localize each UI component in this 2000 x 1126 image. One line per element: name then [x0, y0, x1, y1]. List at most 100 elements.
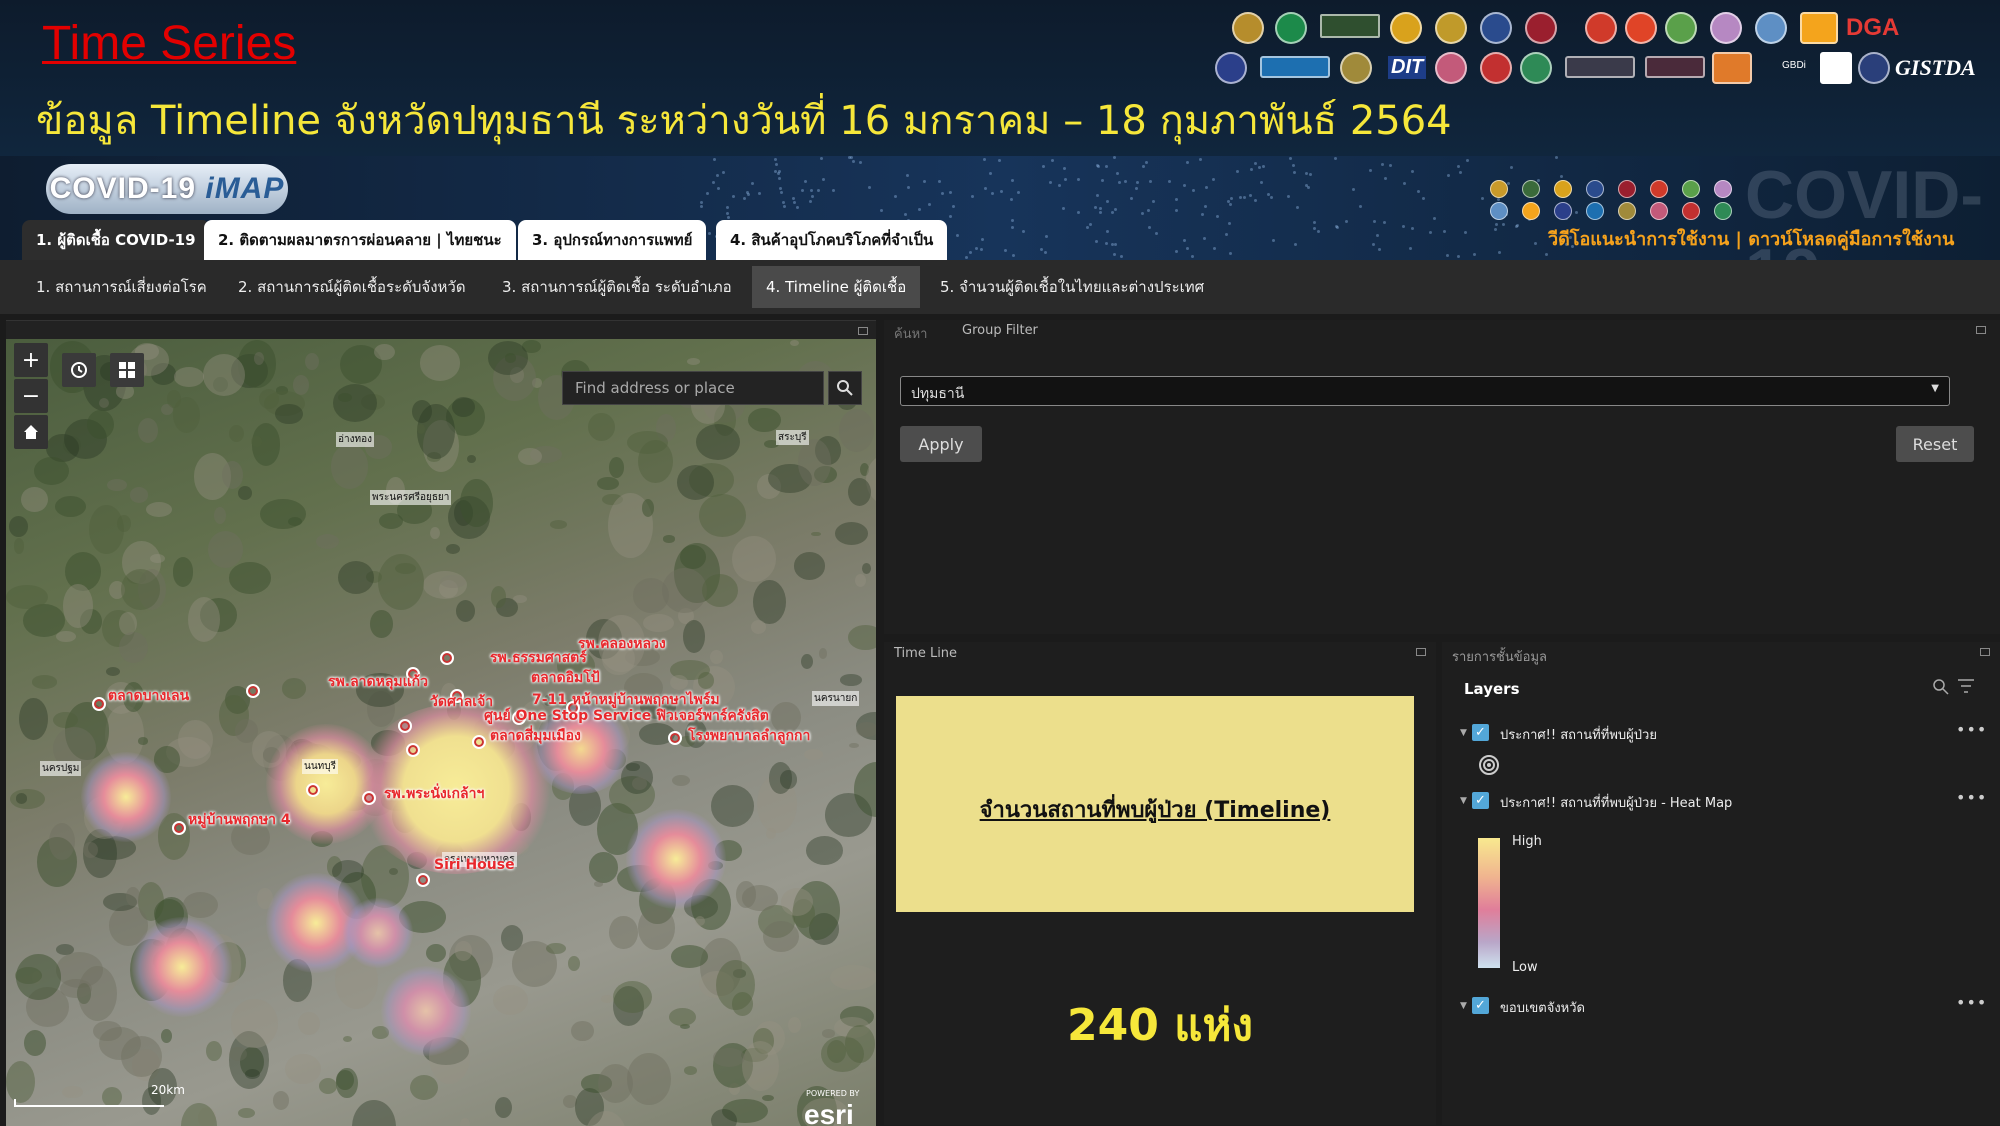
map-dot: [1295, 205, 1299, 209]
layer-visible-checkbox[interactable]: ✓: [1472, 997, 1489, 1014]
layer-visible-checkbox[interactable]: ✓: [1472, 724, 1489, 741]
terrain-patch: [117, 514, 132, 533]
map-dot: [1228, 202, 1232, 206]
hotspot-marker-icon[interactable]: [172, 821, 186, 835]
terrain-patch: [202, 353, 246, 397]
search-button[interactable]: [828, 371, 862, 405]
zoom-out-button[interactable]: −: [14, 379, 48, 413]
map-dot: [700, 204, 704, 208]
map-dot: [1372, 220, 1376, 224]
terrain-patch: [797, 438, 832, 486]
apply-button[interactable]: Apply: [900, 426, 982, 462]
map-dot: [1097, 164, 1101, 168]
basemap-gallery-button[interactable]: [110, 353, 144, 387]
tab-group-filter[interactable]: Group Filter: [962, 323, 1038, 338]
layer-visible-checkbox[interactable]: ✓: [1472, 792, 1489, 809]
partner-logo-icon: [1755, 12, 1787, 44]
map-dot: [1202, 237, 1206, 241]
map-dot: [1515, 225, 1519, 229]
history-button[interactable]: [62, 353, 96, 387]
red-cross-icon: [1820, 52, 1852, 84]
subtab-risk-situation[interactable]: 1. สถานการณ์เสี่ยงต่อโรค: [22, 266, 221, 308]
map-dot: [1174, 208, 1178, 212]
map-dot: [1114, 242, 1118, 246]
subtab-thai-foreign-cases[interactable]: 5. จำนวนผู้ติดเชื้อในไทยและต่างประเทศ: [926, 266, 1218, 308]
hotspot-marker-icon[interactable]: [92, 697, 106, 711]
home-button[interactable]: [14, 415, 48, 449]
maximize-icon[interactable]: [1416, 648, 1426, 656]
partner-logo-icon: [1714, 202, 1732, 220]
map-dot: [1089, 223, 1093, 227]
map-dot: [816, 188, 820, 192]
hotspot-marker-icon[interactable]: [416, 873, 430, 887]
terrain-patch: [671, 945, 709, 968]
zoom-in-button[interactable]: +: [14, 343, 48, 377]
terrain-patch: [597, 476, 619, 490]
terrain-patch: [549, 520, 568, 530]
map-dot: [1000, 189, 1004, 193]
more-options-icon[interactable]: •••: [1956, 720, 1987, 739]
maximize-icon[interactable]: [1980, 648, 1990, 656]
hotspot-label: โรงพยาบาลลำลูกกา: [688, 728, 811, 744]
search-input[interactable]: Find address or place: [562, 371, 824, 405]
collapse-caret-icon[interactable]: ▼: [1460, 1001, 1467, 1011]
hotspot-marker-icon[interactable]: [472, 735, 486, 749]
map-view[interactable]: อ่างทอง สระบุรี พระนครศรีอยุธยา นครนายก …: [6, 339, 876, 1126]
tab-consumer-goods[interactable]: 4. สินค้าอุปโภคบริโภคที่จำเป็น: [716, 220, 948, 260]
map-dot: [1422, 197, 1426, 201]
terrain-patch: [763, 921, 799, 952]
map-dot: [880, 208, 884, 212]
partner-logo-icon: [1480, 52, 1512, 84]
hotspot-marker-icon[interactable]: [306, 783, 320, 797]
tab-medical-equipment[interactable]: 3. อุปกรณ์ทางการแพทย์: [518, 220, 707, 260]
hotspot-label: รพ.ธรรมศาสตร์: [490, 650, 587, 666]
subtab-province-situation[interactable]: 2. สถานการณ์ผู้ติดเชื้อระดับจังหวัด: [224, 266, 480, 308]
maximize-icon[interactable]: [858, 327, 868, 335]
map-dot: [792, 201, 796, 205]
province-select[interactable]: ปทุมธานี ▼: [900, 376, 1950, 406]
hotspot-marker-icon[interactable]: [440, 651, 454, 665]
map-dot: [974, 246, 978, 250]
filter-icon[interactable]: [1956, 676, 1978, 696]
search-icon[interactable]: [1932, 678, 1950, 696]
more-options-icon[interactable]: •••: [1956, 993, 1987, 1012]
subtab-timeline[interactable]: 4. Timeline ผู้ติดเชื้อ: [752, 266, 921, 308]
terrain-patch: [609, 916, 638, 949]
map-dot: [1497, 197, 1501, 201]
tab-relaxation-measures[interactable]: 2. ติดตามผลมาตรการผ่อนคลาย | ไทยชนะ: [204, 220, 516, 260]
maximize-icon[interactable]: [1976, 326, 1986, 334]
map-dot: [796, 205, 800, 209]
app-logo[interactable]: COVID-19 iMAP: [46, 164, 288, 214]
tab-covid-cases[interactable]: 1. ผู้ติดเชื้อ COVID-19: [22, 220, 210, 260]
partner-logo-icon: [1618, 202, 1636, 220]
map-dot: [1152, 200, 1155, 204]
map-dot: [1044, 250, 1048, 254]
hotspot-marker-icon[interactable]: [668, 731, 682, 745]
collapse-caret-icon[interactable]: ▼: [1460, 796, 1467, 806]
tab-search[interactable]: ค้นหา: [894, 323, 927, 344]
map-dot: [968, 250, 972, 254]
hotspot-marker-icon[interactable]: [406, 743, 420, 757]
terrain-patch: [847, 477, 871, 506]
map-dot: [1345, 219, 1349, 223]
map-dot: [1230, 197, 1234, 201]
terrain-patch: [98, 397, 109, 408]
map-dot: [1242, 196, 1246, 200]
map-dot: [1537, 178, 1541, 182]
terrain-patch: [712, 1048, 746, 1067]
hotspot-marker-icon[interactable]: [246, 684, 260, 698]
slide-title: Time Series: [42, 17, 297, 70]
reset-button[interactable]: Reset: [1896, 426, 1974, 462]
more-options-icon[interactable]: •••: [1956, 788, 1987, 807]
help-links[interactable]: วีดีโอแนะนำการใช้งาน | ดาวน์โหลดคู่มือกา…: [1548, 224, 1954, 253]
hotspot-marker-icon[interactable]: [398, 719, 412, 733]
map-dot: [1185, 246, 1189, 250]
collapse-caret-icon[interactable]: ▼: [1460, 728, 1467, 738]
hotspot-marker-icon[interactable]: [362, 791, 376, 805]
map-dot: [783, 205, 787, 209]
map-dot: [774, 162, 778, 166]
map-dot: [1534, 242, 1538, 246]
partner-logo-icon: [1554, 180, 1572, 198]
subtab-district-situation[interactable]: 3. สถานการณ์ผู้ติดเชื้อ ระดับอำเภอ: [488, 266, 746, 308]
terrain-patch: [120, 569, 160, 610]
